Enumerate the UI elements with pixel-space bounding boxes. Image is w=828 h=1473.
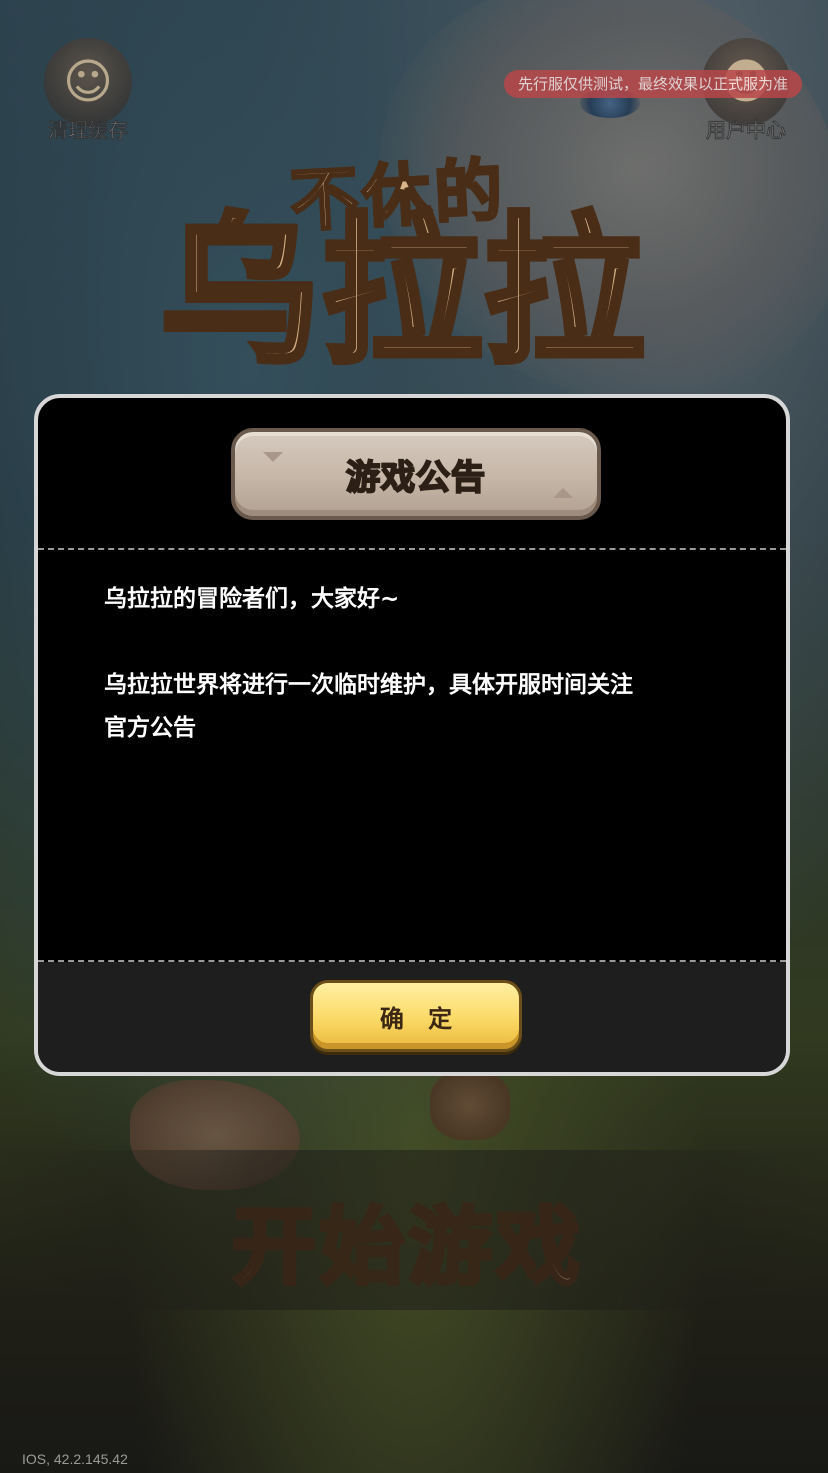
test-server-notice: 先行服仅供测试，最终效果以正式服为准	[504, 70, 803, 98]
start-game-button[interactable]: 开始游戏	[230, 1180, 584, 1301]
dialog-divider-top	[38, 548, 786, 550]
logo-line2: 乌拉拉	[157, 198, 647, 385]
announcement-dialog: 游戏公告 乌拉拉的冒险者们，大家好~ 乌拉拉世界将进行一次临时维护，具体开服时间…	[34, 394, 790, 1076]
caveman-avatar-icon: ☺	[44, 38, 132, 126]
dialog-greeting: 乌拉拉的冒险者们，大家好~	[104, 586, 400, 612]
version-text: IOS, 42.2.145.42	[22, 1451, 128, 1467]
dialog-title: 游戏公告	[345, 457, 486, 499]
confirm-button[interactable]: 确 定	[310, 980, 522, 1052]
game-logo: 不休的 乌拉拉	[157, 140, 720, 400]
user-center-label: 用户中心	[706, 118, 787, 143]
confirm-button-label: 确 定	[379, 1004, 461, 1033]
dialog-title-plate: 游戏公告	[231, 428, 601, 520]
dialog-divider-bottom	[38, 960, 786, 962]
clear-cache-label: 清理缓存	[48, 118, 129, 143]
dialog-message-line1: 乌拉拉世界将进行一次临时维护，具体开服时间关注	[104, 672, 633, 698]
stone-crack-decoration	[263, 452, 283, 462]
clear-cache-button[interactable]: ☺ 清理缓存	[38, 38, 138, 142]
stone-crack-decoration	[553, 488, 573, 498]
dialog-body: 乌拉拉的冒险者们，大家好~ 乌拉拉世界将进行一次临时维护，具体开服时间关注 官方…	[104, 578, 724, 750]
dialog-message-line2: 官方公告	[104, 715, 196, 741]
